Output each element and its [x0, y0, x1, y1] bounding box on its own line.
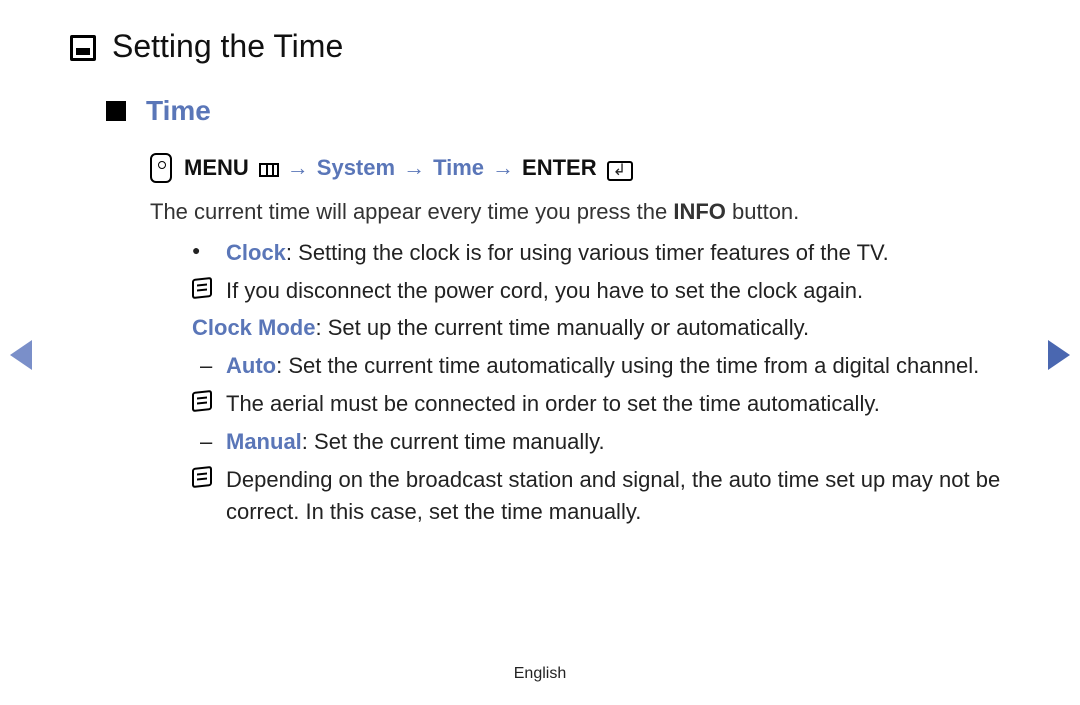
note-icon	[192, 277, 212, 299]
footer-language: English	[0, 665, 1080, 683]
section-title: Time	[146, 95, 211, 127]
intro-text: The current time will appear every time …	[150, 197, 1010, 227]
book-icon	[70, 35, 96, 61]
section-row: Time	[106, 95, 1010, 127]
arrow-icon: →	[492, 155, 514, 181]
square-bullet-icon	[106, 101, 126, 121]
clockmode-item: Clock Mode: Set up the current time manu…	[192, 312, 1010, 344]
enter-label: ENTER	[522, 155, 597, 181]
enter-icon	[607, 161, 633, 181]
clock-note: If you disconnect the power cord, you ha…	[192, 275, 1010, 307]
manual-page: Setting the Time Time MENU → System → Ti…	[0, 0, 1080, 528]
arrow-icon: →	[403, 155, 425, 181]
auto-note: The aerial must be connected in order to…	[192, 388, 1010, 420]
nav-prev-icon[interactable]	[10, 340, 32, 370]
note-icon	[192, 390, 212, 412]
intro-bold: INFO	[673, 199, 726, 224]
clockmode-label: Clock Mode	[192, 315, 315, 340]
intro-post: button.	[726, 199, 799, 224]
clock-item: Clock: Setting the clock is for using va…	[192, 237, 1010, 269]
manual-note: Depending on the broadcast station and s…	[192, 464, 1010, 528]
nav-next-icon[interactable]	[1048, 340, 1070, 370]
manual-label: Manual	[226, 429, 302, 454]
arrow-icon: →	[287, 155, 309, 181]
clockmode-desc: : Set up the current time manually or au…	[315, 315, 809, 340]
page-title: Setting the Time	[112, 28, 343, 65]
clock-note-text: If you disconnect the power cord, you ha…	[226, 278, 863, 303]
auto-desc: : Set the current time automatically usi…	[276, 353, 979, 378]
manual-item: Manual: Set the current time manually.	[192, 426, 1010, 458]
menu-path: MENU → System → Time → ENTER	[150, 153, 1010, 183]
clock-desc: : Setting the clock is for using various…	[286, 240, 889, 265]
manual-note-text: Depending on the broadcast station and s…	[226, 467, 1000, 524]
page-title-row: Setting the Time	[70, 28, 1010, 65]
content-list: Clock: Setting the clock is for using va…	[192, 237, 1010, 528]
auto-note-text: The aerial must be connected in order to…	[226, 391, 880, 416]
clock-label: Clock	[226, 240, 286, 265]
menu-label: MENU	[184, 155, 249, 181]
menu-icon	[259, 163, 279, 177]
auto-item: Auto: Set the current time automatically…	[192, 350, 1010, 382]
manual-desc: : Set the current time manually.	[302, 429, 605, 454]
path-time: Time	[433, 155, 484, 181]
remote-icon	[150, 153, 172, 183]
auto-label: Auto	[226, 353, 276, 378]
note-icon	[192, 466, 212, 488]
intro-pre: The current time will appear every time …	[150, 199, 673, 224]
path-system: System	[317, 155, 395, 181]
